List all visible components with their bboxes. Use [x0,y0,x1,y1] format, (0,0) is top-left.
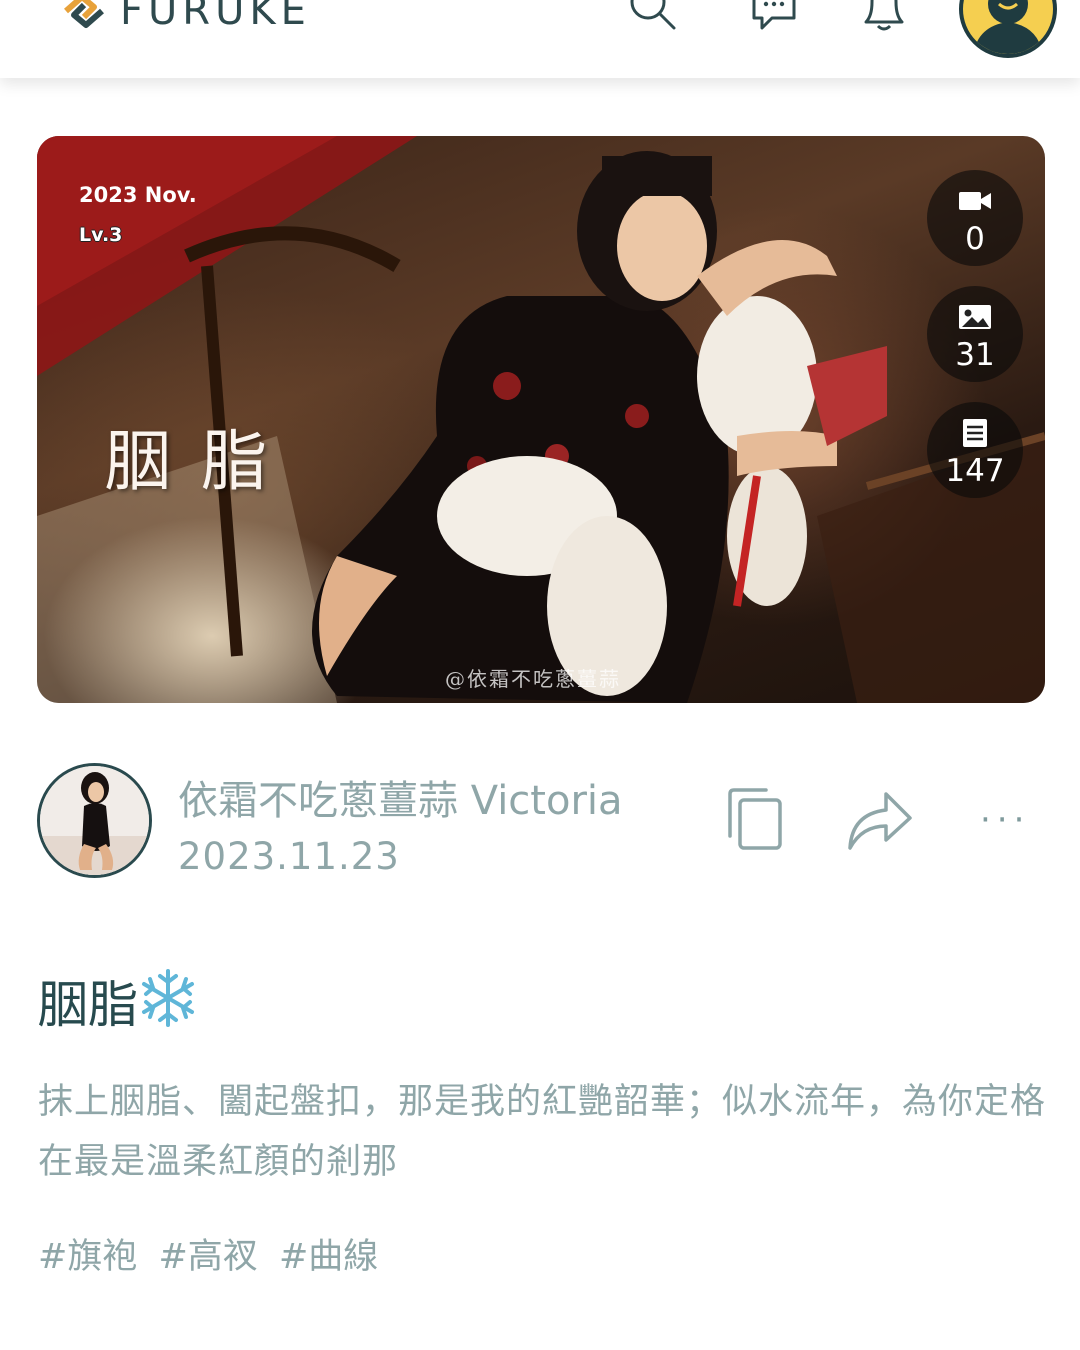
video-count: 0 [965,221,985,257]
user-avatar-icon [973,0,1043,54]
author-avatar[interactable] [37,763,152,878]
bell-icon[interactable] [856,0,912,36]
image-count-badge: 31 [927,286,1023,382]
brand-logo[interactable]: FURUKE [60,0,311,36]
post-title: 胭脂 [38,965,198,1037]
logo-mark-icon [64,0,104,28]
tag-high-slit[interactable]: #高衩 [158,1237,257,1277]
post-count-badge: 147 [927,402,1023,498]
tag-qipao[interactable]: #旗袍 [38,1237,137,1277]
share-icon[interactable] [846,790,914,852]
cover-date: 2023 Nov. [79,183,197,207]
post-list-icon [963,419,987,447]
cover-watermark: @依霜不吃蔥薑蒜 [445,667,621,691]
tag-curves[interactable]: #曲線 [279,1237,378,1277]
video-camera-icon [959,192,991,210]
post-cover-image[interactable]: 2023 Nov. Lv.3 胭脂 @依霜不吃蔥薑蒜 0 31 147 [37,136,1045,703]
author-avatar-photo [40,766,149,875]
post-date: 2023.11.23 [178,835,400,878]
top-header: FURUKE [0,0,1080,78]
post-count: 147 [945,453,1005,489]
chat-icon[interactable] [746,0,802,36]
video-count-badge: 0 [927,170,1023,266]
user-avatar[interactable] [959,0,1057,58]
cover-title: 胭脂 [105,423,297,500]
tag-list: #旗袍 #高衩 #曲線 [38,1228,388,1279]
post-description: 抹上胭脂、闔起盤扣，那是我的紅艷韶華；似水流年，為你定格在最是溫柔紅顏的剎那 [38,1082,1047,1182]
author-name[interactable]: 依霜不吃蔥薑蒜 Victoria [178,768,623,826]
snowflake-icon [142,969,194,1027]
level-badge: Lv.3 [79,224,123,246]
post-title-text: 胭脂 [38,976,138,1034]
brand-name: FURUKE [120,0,311,34]
image-count: 31 [955,337,995,373]
copy-icon[interactable] [724,788,784,852]
search-icon[interactable] [624,0,680,36]
more-options-button[interactable]: ··· [980,800,1036,840]
image-icon [959,305,991,329]
